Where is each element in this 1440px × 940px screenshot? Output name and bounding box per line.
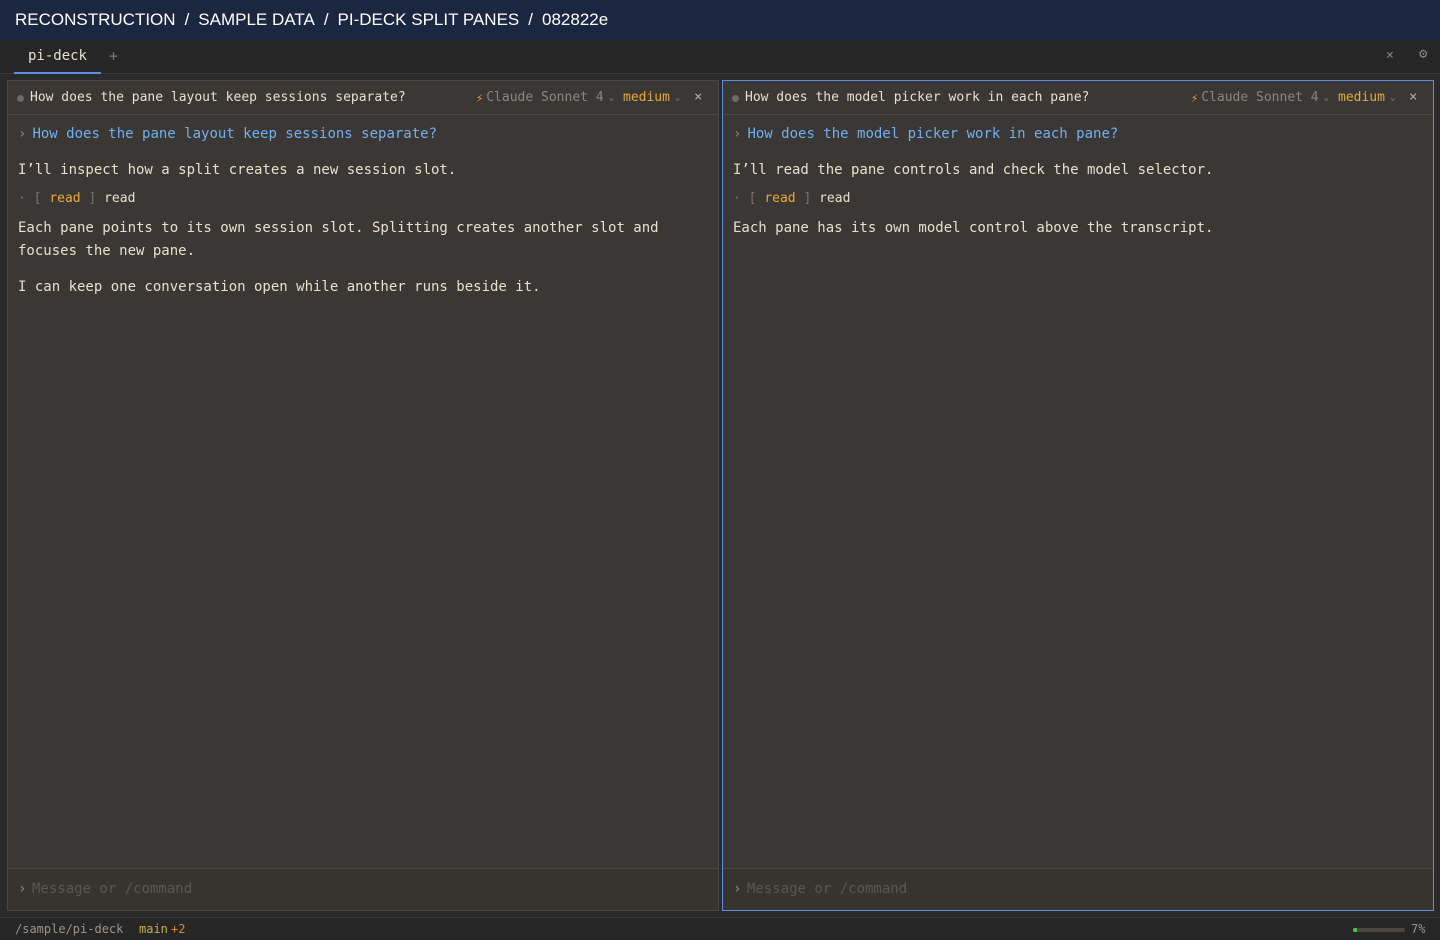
model-picker[interactable]: ⚡ Claude Sonnet 4 ⌄	[1191, 90, 1329, 105]
tool-bracket: [	[748, 191, 757, 206]
bolt-icon: ⚡	[1191, 90, 1199, 105]
tool-bracket: ]	[803, 191, 812, 206]
working-directory: /sample/pi-deck	[15, 922, 124, 936]
close-icon[interactable]: ×	[1386, 48, 1394, 63]
breadcrumb-item[interactable]: RECONSTRUCTION	[15, 10, 176, 30]
status-bar: /sample/pi-deck main +2 7%	[0, 917, 1440, 940]
chevron-right-icon: ›	[733, 126, 742, 142]
breadcrumb-item[interactable]: SAMPLE DATA	[198, 10, 315, 30]
close-pane-button[interactable]: ×	[694, 89, 702, 105]
chevron-right-icon: ›	[733, 881, 742, 897]
breadcrumb-item[interactable]: 082822e	[542, 10, 608, 30]
tool-call[interactable]: · [ read ] read	[733, 191, 1393, 206]
chevron-down-icon: ⌄	[1323, 92, 1330, 103]
tab-bar: pi-deck + × ⚙	[0, 40, 1440, 74]
chevron-right-icon: ›	[18, 881, 27, 897]
pane-title: How does the pane layout keep sessions s…	[30, 90, 406, 105]
chevron-down-icon: ⌄	[1389, 92, 1396, 103]
chevron-down-icon: ⌄	[608, 92, 615, 103]
pane-left[interactable]: How does the pane layout keep sessions s…	[7, 80, 719, 911]
assistant-message: I can keep one conversation open while a…	[18, 279, 541, 295]
assistant-message: Each pane has its own model control abov…	[733, 220, 1214, 236]
effort-label: medium	[623, 90, 670, 105]
effort-picker[interactable]: medium ⌄	[1338, 90, 1395, 105]
message-input[interactable]: › Message or /command	[8, 868, 718, 910]
tab-pi-deck[interactable]: pi-deck	[14, 40, 101, 74]
user-message-text: How does the pane layout keep sessions s…	[32, 126, 438, 142]
user-message: › How does the model picker work in each …	[733, 126, 1393, 146]
pane-header: How does the model picker work in each p…	[723, 81, 1433, 115]
status-dot-icon	[17, 95, 24, 102]
tool-bracket: ]	[88, 191, 97, 206]
breadcrumb-separator: /	[323, 10, 329, 29]
model-picker[interactable]: ⚡ Claude Sonnet 4 ⌄	[476, 90, 614, 105]
breadcrumb-item[interactable]: PI-DECK SPLIT PANES	[338, 10, 520, 30]
model-label: Claude Sonnet 4	[486, 90, 604, 105]
add-tab-button[interactable]: +	[109, 47, 118, 65]
assistant-message: I’ll read the pane controls and check th…	[733, 162, 1214, 178]
tool-name: read	[49, 191, 81, 206]
breadcrumb: RECONSTRUCTION / SAMPLE DATA / PI-DECK S…	[0, 0, 1440, 40]
tool-detail: read	[104, 191, 136, 206]
input-placeholder: Message or /command	[32, 881, 193, 897]
close-pane-button[interactable]: ×	[1409, 89, 1417, 105]
tool-bracket: [	[33, 191, 42, 206]
status-dot-icon	[732, 95, 739, 102]
pane-header: How does the pane layout keep sessions s…	[8, 81, 718, 115]
context-usage-bar	[1353, 928, 1405, 932]
user-message: › How does the pane layout keep sessions …	[18, 126, 678, 146]
chevron-down-icon: ⌄	[674, 92, 681, 103]
assistant-message: Each pane points to its own session slot…	[18, 220, 659, 259]
input-placeholder: Message or /command	[747, 881, 908, 897]
gear-icon[interactable]: ⚙	[1419, 46, 1427, 62]
git-branch: main	[139, 922, 168, 936]
tool-call[interactable]: · [ read ] read	[18, 191, 678, 206]
transcript: › How does the model picker work in each …	[733, 126, 1393, 240]
git-changes: +2	[171, 922, 186, 936]
user-message-text: How does the model picker work in each p…	[747, 126, 1119, 142]
tool-name: read	[764, 191, 796, 206]
chevron-right-icon: ›	[18, 126, 27, 142]
pane-title: How does the model picker work in each p…	[745, 90, 1090, 105]
breadcrumb-separator: /	[528, 10, 533, 29]
model-label: Claude Sonnet 4	[1201, 90, 1319, 105]
bullet-icon: ·	[733, 191, 741, 206]
message-input[interactable]: › Message or /command	[723, 868, 1433, 910]
context-usage-fill	[1353, 928, 1357, 932]
bullet-icon: ·	[18, 191, 26, 206]
tool-detail: read	[819, 191, 851, 206]
pane-right[interactable]: How does the model picker work in each p…	[722, 80, 1434, 911]
assistant-message: I’ll inspect how a split creates a new s…	[18, 162, 457, 178]
effort-label: medium	[1338, 90, 1385, 105]
breadcrumb-separator: /	[184, 10, 190, 29]
context-usage-percent: 7%	[1411, 922, 1426, 936]
bolt-icon: ⚡	[476, 90, 484, 105]
effort-picker[interactable]: medium ⌄	[623, 90, 680, 105]
transcript: › How does the pane layout keep sessions …	[18, 126, 678, 299]
